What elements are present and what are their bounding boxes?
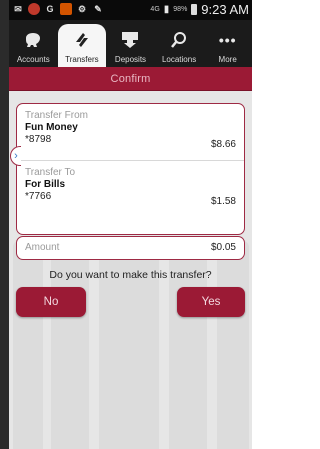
transfer-from-section: Transfer From Fun Money *8798 (17, 110, 244, 145)
tab-deposits[interactable]: Deposits (106, 20, 155, 67)
transfer-to-name: For Bills (25, 179, 66, 190)
tab-locations[interactable]: Locations (155, 20, 204, 67)
deposit-icon (119, 29, 141, 51)
amount-card: Amount $0.05 (16, 236, 245, 260)
tab-more[interactable]: ••• More (203, 20, 252, 67)
signal-icon: ▮ (163, 4, 170, 15)
confirm-question: Do you want to make this transfer? (49, 269, 212, 281)
google-icon: G (46, 4, 54, 14)
yes-button[interactable]: Yes (177, 287, 245, 317)
search-icon (168, 29, 190, 51)
network-type: 4G (150, 6, 160, 13)
divider (17, 160, 244, 161)
app-screen: ✉ G ⚙ ✎ 4G ▮ 98% 9:23 AM Accounts Transf… (9, 0, 252, 449)
status-bar: ✉ G ⚙ ✎ 4G ▮ 98% 9:23 AM (9, 0, 252, 20)
app-notification-icon (60, 3, 72, 15)
phone-frame: ✉ G ⚙ ✎ 4G ▮ 98% 9:23 AM Accounts Transf… (0, 0, 252, 449)
tab-bar: Accounts Transfers Deposits Locations ••… (9, 20, 252, 67)
screen-title-bar: Confirm (9, 67, 252, 91)
tab-label: Deposits (114, 55, 147, 64)
clock: 9:23 AM (201, 2, 249, 17)
transfer-from-name: Fun Money (25, 122, 78, 133)
transfer-from-account: *8798 (25, 134, 52, 145)
settings-notification-icon: ⚙ (77, 3, 87, 14)
transfer-to-section: Transfer To For Bills *7766 (17, 167, 244, 202)
amount-label: Amount (25, 242, 60, 253)
tab-accounts[interactable]: Accounts (9, 20, 58, 67)
transfer-to-account: *7766 (25, 191, 52, 202)
tab-label: More (218, 55, 237, 64)
transfer-to-balance: $1.58 (210, 196, 236, 207)
transfer-from-balance: $8.66 (210, 139, 236, 150)
mail-icon: ✉ (14, 3, 22, 14)
tab-label: Accounts (16, 55, 50, 64)
app-notification-icon (28, 3, 40, 15)
transfer-to-label: Transfer To (25, 167, 76, 178)
tab-label: Transfers (65, 55, 99, 64)
transfer-from-label: Transfer From (25, 110, 88, 121)
transfer-details-card: Transfer From Fun Money *8798 $8.66 Tran… (10, 103, 245, 235)
amount-value: $0.05 (210, 242, 236, 253)
pencil-icon: ✎ (94, 3, 102, 14)
battery-percent: 98% (173, 6, 188, 13)
no-button[interactable]: No (16, 287, 86, 317)
tab-transfers[interactable]: Transfers (57, 24, 107, 67)
more-dots-icon: ••• (218, 32, 237, 48)
page-title: Confirm (110, 72, 151, 85)
transfer-arrows-icon (71, 29, 93, 51)
battery-icon (191, 4, 198, 15)
tab-label: Locations (161, 55, 197, 64)
piggy-bank-icon (22, 29, 44, 51)
